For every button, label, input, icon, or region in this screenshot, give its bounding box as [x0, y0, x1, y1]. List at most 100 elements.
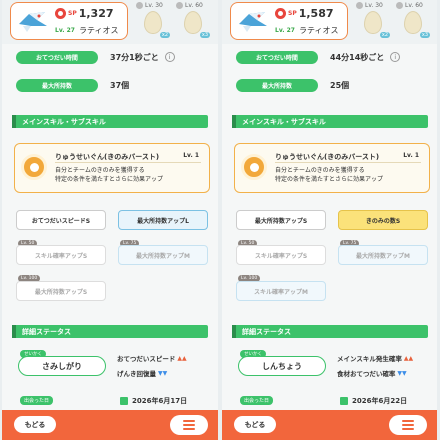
- egg-count: x2: [379, 32, 390, 38]
- sub-skill-button[interactable]: 最大所持数アップS: [236, 210, 326, 230]
- sp-value: 1,587: [298, 7, 334, 20]
- max-carry-value: 25個: [330, 80, 350, 90]
- egg-level: Lv. 30: [145, 2, 163, 9]
- sub-skill-button[interactable]: スキル確率アップM: [236, 281, 326, 301]
- lock-icon: [136, 2, 143, 9]
- bottom-bar: もどる: [222, 410, 437, 440]
- sp-label: SP: [68, 10, 77, 17]
- nature-effect-up: おてつだいスピード ▲▲: [117, 353, 187, 364]
- pokemon-level: Lv. 27: [55, 27, 75, 34]
- max-carry-value: 37個: [110, 80, 130, 90]
- help-time-value: 44分14秒ごと: [330, 52, 385, 62]
- main-skill-name: りゅうせいぐん(きのみバースト): [55, 153, 160, 161]
- detail-section-header: 詳細ステータス: [232, 325, 428, 338]
- calendar-icon: [340, 397, 348, 405]
- egg-icon: [184, 11, 202, 34]
- arrow-down-icon: ▼▼: [397, 369, 407, 377]
- sub-skill-button[interactable]: スキル確率アップS: [16, 245, 106, 265]
- pokemon-name: ラティオス: [298, 26, 339, 35]
- pokemon-card[interactable]: SP 1,327 Lv. 27 ラティオス: [10, 2, 128, 40]
- max-carry-label: 最大所持数: [236, 78, 318, 92]
- main-skill-desc: 自分とチームのきのみを獲得する 特定の条件を満たすとさらに効果アップ: [275, 167, 384, 183]
- berry-burst-icon: [21, 154, 47, 180]
- bottom-bar: もどる: [2, 410, 218, 440]
- caught-date: 2026年6月22日: [352, 397, 408, 405]
- left-panel: SP 1,327 Lv. 27 ラティオス Lv. 30 x2 Lv. 60 x…: [2, 0, 218, 440]
- pokemon-header: SP 1,587 Lv. 27 ラティオス Lv. 30 x2 Lv. 60 x…: [222, 0, 437, 44]
- egg-icon: [144, 11, 162, 34]
- pokemon-card[interactable]: SP 1,587 Lv. 27 ラティオス: [230, 2, 348, 40]
- hamburger-menu-icon[interactable]: [170, 415, 208, 435]
- sub-skill-button[interactable]: 最大所持数アップM: [118, 245, 208, 265]
- calendar-icon: [120, 397, 128, 405]
- caught-date-row: 2026年6月22日: [340, 396, 407, 406]
- sub-skill-button[interactable]: 最大所持数アップL: [118, 210, 208, 230]
- skill-section-header: メインスキル・サブスキル: [232, 115, 428, 128]
- arrow-down-icon: ▼▼: [158, 369, 168, 377]
- detail-section-header: 詳細ステータス: [12, 325, 208, 338]
- sp-badge-icon: [55, 8, 66, 19]
- max-carry-label: 最大所持数: [16, 78, 98, 92]
- sub-skill-button[interactable]: スキル確率アップS: [236, 245, 326, 265]
- help-time-value: 37分1秒ごと: [110, 52, 159, 62]
- back-button[interactable]: もどる: [14, 416, 56, 433]
- effect-label: 食材おてつだい確率: [337, 370, 396, 378]
- lock-icon: [396, 2, 403, 9]
- egg-level: Lv. 60: [405, 2, 423, 9]
- arrow-up-icon: ▲▲: [177, 354, 187, 362]
- sub-skill-button[interactable]: おてつだいスピードS: [16, 210, 106, 230]
- help-time-label: おてつだい時間: [16, 50, 98, 64]
- effect-label: げんき回復量: [117, 370, 156, 378]
- lock-icon: [176, 2, 183, 9]
- help-time-label: おてつだい時間: [236, 50, 318, 64]
- back-button[interactable]: もどる: [234, 416, 276, 433]
- caught-label: 出会った日: [240, 396, 274, 405]
- right-panel: SP 1,587 Lv. 27 ラティオス Lv. 30 x2 Lv. 60 x…: [222, 0, 437, 440]
- latios-icon: [239, 12, 267, 32]
- egg-count: x2: [159, 32, 170, 38]
- pokemon-header: SP 1,327 Lv. 27 ラティオス Lv. 30 x2 Lv. 60 x…: [2, 0, 218, 44]
- egg-icon: [364, 11, 382, 34]
- sub-skill-button[interactable]: きのみの数S: [338, 210, 428, 230]
- caught-date-row: 2026年6月17日: [120, 396, 187, 406]
- sub-skill-button[interactable]: 最大所持数アップS: [16, 281, 106, 301]
- egg-level: Lv. 30: [365, 2, 383, 9]
- egg-icon: [404, 11, 422, 34]
- main-skill-card[interactable]: りゅうせいぐん(きのみバースト) Lv. 1 自分とチームのきのみを獲得する 特…: [14, 143, 210, 193]
- main-skill-desc: 自分とチームのきのみを獲得する 特定の条件を満たすとさらに効果アップ: [55, 167, 164, 183]
- arrow-up-icon: ▲▲: [403, 354, 414, 362]
- effect-label: おてつだいスピード: [117, 355, 176, 363]
- egg-slot[interactable]: Lv. 30 x2: [136, 2, 170, 40]
- main-skill-level: Lv. 1: [403, 152, 419, 159]
- caught-date: 2026年6月17日: [132, 397, 188, 405]
- egg-slot[interactable]: Lv. 60 x3: [396, 2, 430, 40]
- nature-value[interactable]: しんちょう: [238, 356, 326, 376]
- pokemon-level: Lv. 27: [275, 27, 295, 34]
- main-skill-card[interactable]: りゅうせいぐん(きのみバースト) Lv. 1 自分とチームのきのみを獲得する 特…: [234, 143, 430, 193]
- sp-label: SP: [288, 10, 297, 17]
- egg-slot[interactable]: Lv. 30 x2: [356, 2, 390, 40]
- egg-slot[interactable]: Lv. 60 x3: [176, 2, 210, 40]
- sp-badge-icon: [275, 8, 286, 19]
- nature-effect-down: げんき回復量 ▼▼: [117, 368, 168, 379]
- main-skill-name: りゅうせいぐん(きのみバースト): [275, 153, 380, 161]
- max-carry-row: 最大所持数 37個: [16, 78, 129, 92]
- help-time-row: おてつだい時間 44分14秒ごと i: [236, 50, 401, 64]
- hamburger-menu-icon[interactable]: [389, 415, 427, 435]
- nature-value[interactable]: さみしがり: [18, 356, 106, 376]
- help-time-row: おてつだい時間 37分1秒ごと i: [16, 50, 175, 64]
- info-icon[interactable]: i: [390, 52, 401, 62]
- caught-label: 出会った日: [20, 396, 54, 405]
- berry-burst-icon: [241, 154, 267, 180]
- pokemon-name: ラティオス: [78, 26, 119, 35]
- divider: [55, 162, 201, 163]
- main-skill-level: Lv. 1: [183, 152, 199, 159]
- egg-count: x3: [419, 32, 430, 38]
- effect-label: メインスキル発生確率: [337, 355, 402, 363]
- sub-skill-button[interactable]: 最大所持数アップM: [338, 245, 428, 265]
- lock-icon: [356, 2, 363, 9]
- info-icon[interactable]: i: [164, 52, 175, 62]
- latios-icon: [19, 12, 47, 32]
- egg-count: x3: [199, 32, 210, 38]
- max-carry-row: 最大所持数 25個: [236, 78, 349, 92]
